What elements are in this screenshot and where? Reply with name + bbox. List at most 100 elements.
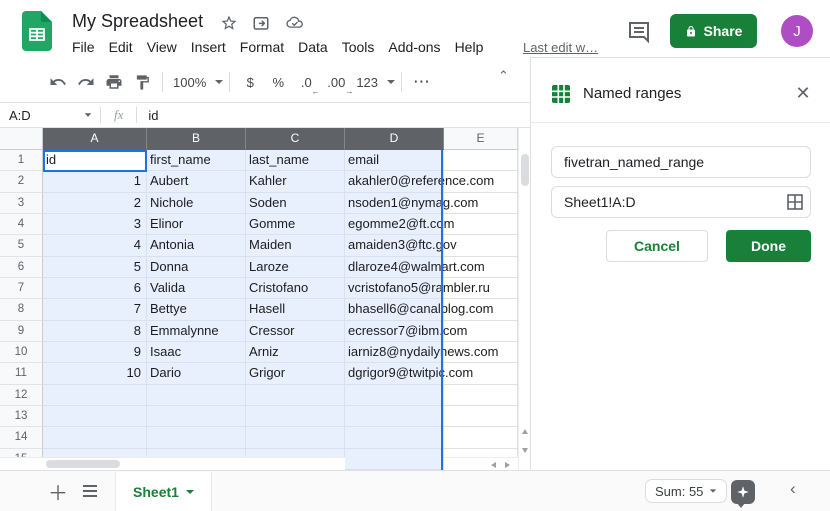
number-format-button[interactable]: 123 xyxy=(352,68,395,96)
all-sheets-icon[interactable] xyxy=(78,479,102,503)
menu-format[interactable]: Format xyxy=(233,39,291,55)
cell-B11[interactable]: Dario xyxy=(147,363,246,384)
cell-E12[interactable] xyxy=(444,385,518,406)
cell-A2[interactable]: 1 xyxy=(43,171,147,192)
cell-C8[interactable]: Hasell xyxy=(246,299,345,320)
column-header-C[interactable]: C xyxy=(246,128,345,150)
cell-A4[interactable]: 3 xyxy=(43,214,147,235)
undo-icon[interactable] xyxy=(44,68,72,96)
row-header-14[interactable]: 14 xyxy=(0,427,43,448)
add-sheet-icon[interactable]: ＋ xyxy=(46,479,70,503)
cell-B4[interactable]: Elinor xyxy=(147,214,246,235)
cell-B14[interactable] xyxy=(147,427,246,448)
format-currency-button[interactable]: $ xyxy=(236,68,264,96)
collapse-toolbar-icon[interactable]: ⌃ xyxy=(498,68,509,84)
cell-B6[interactable]: Donna xyxy=(147,257,246,278)
more-toolbar-button[interactable]: ⋯ xyxy=(408,68,436,96)
redo-icon[interactable] xyxy=(72,68,100,96)
cell-B3[interactable]: Nichole xyxy=(147,193,246,214)
column-header-A[interactable]: A xyxy=(43,128,147,150)
cell-A6[interactable]: 5 xyxy=(43,257,147,278)
menu-data[interactable]: Data xyxy=(291,39,335,55)
close-icon[interactable]: ✕ xyxy=(792,82,814,104)
cell-D8[interactable]: bhasell6@canalblog.com xyxy=(345,299,444,320)
cell-A5[interactable]: 4 xyxy=(43,235,147,256)
row-header-12[interactable]: 12 xyxy=(0,385,43,406)
cell-C9[interactable]: Cressor xyxy=(246,321,345,342)
menu-edit[interactable]: Edit xyxy=(102,39,140,55)
row-header-7[interactable]: 7 xyxy=(0,278,43,299)
menu-file[interactable]: File xyxy=(65,39,102,55)
cell-D11[interactable]: dgrigor9@twitpic.com xyxy=(345,363,444,384)
cell-A10[interactable]: 9 xyxy=(43,342,147,363)
paint-format-icon[interactable] xyxy=(128,68,156,96)
cell-B9[interactable]: Emmalynne xyxy=(147,321,246,342)
column-header-D[interactable]: D xyxy=(345,128,444,150)
last-edit-link[interactable]: Last edit w… xyxy=(523,40,598,55)
share-button[interactable]: Share xyxy=(670,14,757,48)
vertical-scrollbar[interactable] xyxy=(518,128,530,470)
cell-E13[interactable] xyxy=(444,406,518,427)
cell-A3[interactable]: 2 xyxy=(43,193,147,214)
cell-B7[interactable]: Valida xyxy=(147,278,246,299)
cell-C3[interactable]: Soden xyxy=(246,193,345,214)
sheet-tab[interactable]: Sheet1 xyxy=(115,472,212,511)
cell-B13[interactable] xyxy=(147,406,246,427)
cell-D6[interactable]: dlaroze4@walmart.com xyxy=(345,257,444,278)
cell-C12[interactable] xyxy=(246,385,345,406)
cell-E1[interactable] xyxy=(444,150,518,171)
row-header-8[interactable]: 8 xyxy=(0,299,43,320)
menu-view[interactable]: View xyxy=(140,39,184,55)
cell-D4[interactable]: egomme2@ft.com xyxy=(345,214,444,235)
increase-decimal-button[interactable]: .00→ xyxy=(320,68,352,96)
cell-A11[interactable]: 10 xyxy=(43,363,147,384)
cell-C1[interactable]: last_name xyxy=(246,150,345,171)
decrease-decimal-button[interactable]: .0← xyxy=(292,68,320,96)
cell-C4[interactable]: Gomme xyxy=(246,214,345,235)
cell-D10[interactable]: iarniz8@nydailynews.com xyxy=(345,342,444,363)
formula-input[interactable]: id xyxy=(137,108,158,123)
select-all-corner[interactable] xyxy=(0,128,43,150)
range-reference-input[interactable] xyxy=(551,186,811,218)
cell-B1[interactable]: first_name xyxy=(147,150,246,171)
cell-C13[interactable] xyxy=(246,406,345,427)
cell-A9[interactable]: 8 xyxy=(43,321,147,342)
cell-B12[interactable] xyxy=(147,385,246,406)
collapse-panel-icon[interactable]: ‹ xyxy=(790,479,796,499)
done-button[interactable]: Done xyxy=(726,230,811,262)
cell-D5[interactable]: amaiden3@ftc.gov xyxy=(345,235,444,256)
comment-icon[interactable] xyxy=(627,20,651,44)
row-header-5[interactable]: 5 xyxy=(0,235,43,256)
cell-C5[interactable]: Maiden xyxy=(246,235,345,256)
cell-C14[interactable] xyxy=(246,427,345,448)
name-box[interactable]: A:D xyxy=(0,103,100,127)
move-folder-icon[interactable] xyxy=(251,14,271,32)
cell-D1[interactable]: email xyxy=(345,150,444,171)
column-header-E[interactable]: E xyxy=(444,128,518,150)
cell-D15[interactable] xyxy=(345,449,444,470)
row-header-10[interactable]: 10 xyxy=(0,342,43,363)
menu-addons[interactable]: Add-ons xyxy=(381,39,447,55)
zoom-select[interactable]: 100% xyxy=(169,68,223,96)
cell-E14[interactable] xyxy=(444,427,518,448)
cell-A1[interactable]: id xyxy=(43,150,147,171)
cell-D2[interactable]: akahler0@reference.com xyxy=(345,171,444,192)
range-name-input[interactable] xyxy=(551,146,811,178)
row-header-11[interactable]: 11 xyxy=(0,363,43,384)
cell-D3[interactable]: nsoden1@nymag.com xyxy=(345,193,444,214)
row-header-13[interactable]: 13 xyxy=(0,406,43,427)
avatar[interactable]: J xyxy=(781,15,813,47)
document-title[interactable]: My Spreadsheet xyxy=(72,11,203,32)
format-percent-button[interactable]: % xyxy=(264,68,292,96)
cell-A8[interactable]: 7 xyxy=(43,299,147,320)
cell-A12[interactable] xyxy=(43,385,147,406)
menu-insert[interactable]: Insert xyxy=(184,39,233,55)
cell-D7[interactable]: vcristofano5@rambler.ru xyxy=(345,278,444,299)
cell-C11[interactable]: Grigor xyxy=(246,363,345,384)
cell-B2[interactable]: Aubert xyxy=(147,171,246,192)
vertical-scrollbar-thumb[interactable] xyxy=(521,154,529,186)
cell-A7[interactable]: 6 xyxy=(43,278,147,299)
row-header-1[interactable]: 1 xyxy=(0,150,43,171)
cell-D12[interactable] xyxy=(345,385,444,406)
row-header-9[interactable]: 9 xyxy=(0,321,43,342)
